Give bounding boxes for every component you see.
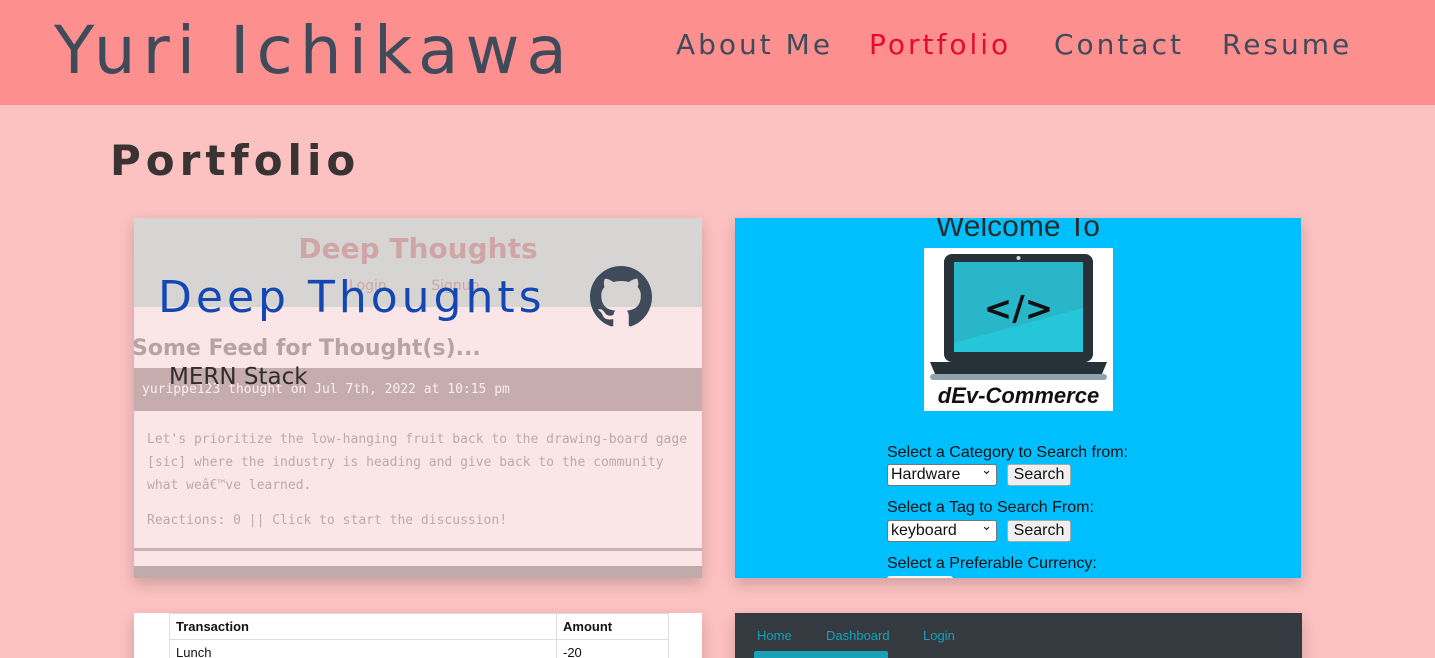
tag-select[interactable]: keyboard [887, 518, 997, 542]
table-row: Lunch -20 [169, 639, 669, 658]
preview-title: Deep Thoughts [298, 232, 538, 265]
project-title[interactable]: Deep Thoughts [158, 272, 546, 323]
project-card-budget-tracker[interactable]: Transaction Amount Lunch -20 [134, 613, 702, 658]
table-header: Transaction [169, 613, 557, 640]
table-header: Amount [556, 613, 669, 640]
preview-thought-body: Let's prioritize the low-hanging fruit b… [147, 432, 688, 493]
category-search-button[interactable]: Search [1007, 464, 1071, 486]
currency-label: Select a Preferable Currency: [887, 555, 1097, 572]
section-title: Portfolio [110, 136, 361, 185]
tag-search-button[interactable]: Search [1007, 520, 1071, 542]
category-value: Hardware [891, 466, 961, 483]
project-card-tech-blog[interactable]: Home Dashboard Login [735, 613, 1302, 658]
table-header-row: Transaction Amount [169, 613, 669, 640]
nav-about-me[interactable]: About Me [676, 28, 833, 61]
preview-footer [134, 566, 702, 578]
laptop-icon: </> [930, 254, 1107, 380]
site-header: Yuri Ichikawa About Me Portfolio Contact… [0, 0, 1435, 105]
preview-nav-login: Login [923, 628, 955, 643]
dev-commerce-brand: dEv-Commerce [937, 383, 1100, 408]
nav-portfolio[interactable]: Portfolio [869, 28, 1011, 61]
project-card-deep-thoughts[interactable]: Deep Thoughts Login Signup Some Feed for… [134, 218, 702, 578]
dev-commerce-logo: </> dEv-Commerce [924, 248, 1113, 411]
tag-label: Select a Tag to Search From: [887, 499, 1094, 516]
project-tech: MERN Stack [169, 364, 308, 390]
preview-reactions: Reactions: 0 || Click to start the discu… [147, 513, 508, 528]
svg-text:</>: </> [984, 289, 1053, 329]
table-cell: Lunch [169, 639, 557, 658]
site-brand[interactable]: Yuri Ichikawa [54, 12, 574, 89]
divider [134, 548, 702, 551]
nav-contact[interactable]: Contact [1054, 28, 1184, 61]
preview-nav-dashboard: Dashboard [826, 628, 890, 643]
tag-value: keyboard [891, 522, 957, 539]
table-cell: -20 [556, 639, 669, 658]
currency-select[interactable] [887, 576, 953, 578]
preview-feed-heading: Some Feed for Thought(s)... [134, 336, 481, 361]
category-label: Select a Category to Search from: [887, 444, 1128, 461]
transaction-table: Transaction Amount Lunch -20 [169, 613, 669, 658]
nav-resume[interactable]: Resume [1222, 28, 1352, 61]
preview-welcome: Welcome To [936, 218, 1100, 243]
project-card-dev-commerce[interactable]: Welcome To </> dEv-Commerce Select a Cat… [735, 218, 1301, 578]
github-icon[interactable] [590, 266, 652, 328]
category-select[interactable]: Hardware [887, 462, 997, 486]
preview-banner [754, 651, 888, 658]
preview-nav-home: Home [757, 628, 792, 643]
